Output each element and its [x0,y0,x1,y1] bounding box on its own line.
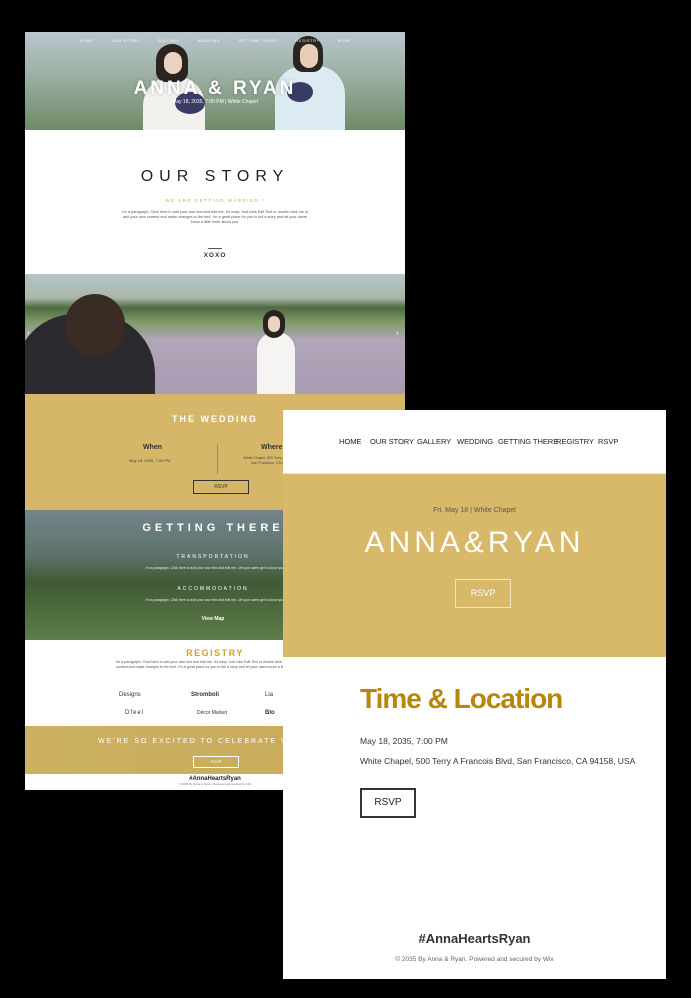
nav-getting-there[interactable]: GETTING THERE [498,437,558,446]
nav-rsvp[interactable]: RSVP [598,437,618,446]
registry-logo[interactable]: Designs [119,692,141,698]
our-story-title: OUR STORY [140,168,290,185]
nav-home[interactable]: HOME [339,437,361,446]
registry-logo[interactable]: Blo [265,710,275,716]
back-nav-wedding[interactable]: WEDDING [198,38,221,43]
wedding-when-label: When [143,444,163,451]
banner-rsvp-button[interactable]: RSVP [455,579,511,608]
celebrate-rsvp-button[interactable]: RSVP [193,756,239,768]
nav-registry[interactable]: REGISTRY [556,437,594,446]
our-story-paragraph: I'm a paragraph. Click here to add your … [121,210,309,224]
registry-logo[interactable]: Dfeel [125,710,144,716]
registry-logo[interactable]: Décor Market [197,710,227,716]
our-story-tagline: WE ARE GETTING MARRIED ! [165,198,265,203]
back-nav-home[interactable]: HOME [79,38,93,43]
hero-title: ANNA & RYAN [133,78,297,99]
rsvp-button[interactable]: RSVP [360,788,416,818]
event-address: White Chapel, 500 Terry A Francois Blvd,… [360,756,636,766]
registry-logo[interactable]: Stromboli [191,692,219,698]
our-story-signoff: XOXO [203,252,227,259]
nav-gallery[interactable]: GALLERY [417,437,451,446]
event-banner: Fri, May 18 | White Chapel ANNA&RYAN RSV… [283,474,666,657]
wedding-where-label: Where [261,444,283,451]
gallery-prev-arrow-icon[interactable]: ‹ [27,328,30,337]
back-nav-registry[interactable]: REGISTRY [295,38,319,43]
rsvp-page-preview: HOME OUR STORY GALLERY WEDDING GETTING T… [283,410,666,979]
back-nav-getting-there[interactable]: GETTING THERE [238,38,277,43]
couple-names: ANNA&RYAN [364,526,585,559]
nav-wedding[interactable]: WEDDING [457,437,493,446]
event-datetime: May 18, 2035, 7:00 PM [360,736,448,746]
footer-copyright: © 2035 By Anna & Ryan. Powered and secur… [395,956,554,963]
gallery-next-arrow-icon[interactable]: › [396,328,399,337]
back-nav: HOME OUR STORY GALLERY WEDDING GETTING T… [25,38,405,43]
divider [208,248,222,249]
back-nav-gallery[interactable]: GALLERY [158,38,180,43]
registry-logo[interactable]: Lia [265,692,273,698]
footer-hashtag: #AnnaHeartsRyan [418,931,531,946]
wedding-date: May 18, 2035, 7:00 PM [129,458,171,463]
gallery-photo: ‹ › [25,274,405,394]
our-story-section: OUR STORY WE ARE GETTING MARRIED ! I'm a… [25,130,405,274]
time-location-heading: Time & Location [360,683,563,714]
back-nav-rsvp[interactable]: RSVP [338,38,351,43]
hero-subtitle: May 18, 2035, 7:00 PM | White Chapel [172,99,258,105]
main-nav: HOME OUR STORY GALLERY WEDDING GETTING T… [283,410,666,474]
nav-our-story[interactable]: OUR STORY [370,437,414,446]
event-date-location: Fri, May 18 | White Chapel [433,507,516,514]
hero-section: HOME OUR STORY GALLERY WEDDING GETTING T… [25,32,405,130]
divider [217,444,218,474]
wedding-rsvp-button[interactable]: RSVP [193,480,249,494]
back-nav-our-story[interactable]: OUR STORY [111,38,139,43]
